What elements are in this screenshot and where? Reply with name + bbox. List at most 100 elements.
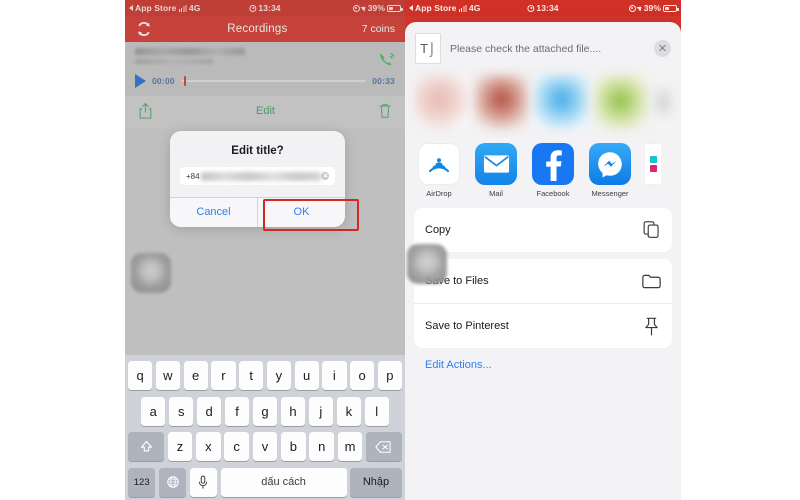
phone-prefix-label: +84 [186,171,200,181]
key-h[interactable]: h [280,396,306,426]
keyboard-row-4: 123 dấu cách Nhập [128,467,403,497]
cyan-dot-icon [649,156,657,163]
key-e[interactable]: e [183,361,208,390]
globe-icon[interactable] [158,467,187,497]
status-network-label: 4G [468,3,481,13]
key-c[interactable]: c [224,432,250,461]
status-time-label: 13:34 [536,3,559,13]
share-actions: Copy Save to Files Save to Pinterest Edi… [405,204,681,371]
key-r[interactable]: r [211,361,236,390]
blurred-thumb-2[interactable] [475,75,529,129]
keyboard-row-1: q w e r t y u i o p [128,361,402,390]
return-key[interactable]: Nhập [350,467,403,497]
edit-actions-link[interactable]: Edit Actions... [414,348,672,371]
key-i[interactable]: i [322,361,347,390]
key-x[interactable]: x [195,432,221,461]
key-b[interactable]: b [280,432,306,461]
action-save-to-files[interactable]: Save to Files [414,259,672,303]
location-arrow-icon [636,4,644,12]
ok-button-highlight [263,199,359,231]
share-app-facebook[interactable]: Facebook [531,143,575,198]
touch-blob-icon [407,244,447,284]
airdrop-icon [418,143,460,185]
key-z[interactable]: z [167,432,193,461]
key-v[interactable]: v [252,432,278,461]
space-key[interactable]: dấu cách [220,467,347,497]
copy-icon [641,220,661,240]
attachment-thumbnails [405,73,681,139]
share-app-mail[interactable]: Mail [474,143,518,198]
share-app-airdrop[interactable]: AirDrop [417,143,461,198]
key-d[interactable]: d [196,396,222,426]
close-icon[interactable]: ✕ [654,40,671,57]
share-sheet: T⌡ Please check the attached file.... ✕ [405,22,681,500]
action-save-to-pinterest[interactable]: Save to Pinterest [414,303,672,348]
shift-arrow-icon[interactable] [128,432,165,461]
folder-icon [641,271,661,291]
status-battery-label: 39% [643,3,661,13]
virtual-keyboard: q w e r t y u i o p a s d f g h j k l z … [125,355,405,500]
key-f[interactable]: f [224,396,250,426]
action-group-primary: Copy [414,208,672,252]
share-app-partial[interactable] [645,143,661,185]
alarm-icon [527,4,535,12]
action-copy[interactable]: Copy [414,208,672,252]
back-triangle-icon [409,5,413,11]
numbers-key[interactable]: 123 [128,467,156,497]
action-gap [414,252,672,259]
magenta-dot-icon [649,165,657,172]
key-m[interactable]: m [337,432,363,461]
key-t[interactable]: t [239,361,264,390]
blurred-thumb-3[interactable] [535,75,589,129]
alarm-icon [628,4,636,12]
share-app-messenger[interactable]: Messenger [588,143,632,198]
dialog-title: Edit title? [231,145,284,157]
clear-circle-icon[interactable] [321,172,329,180]
pin-icon [641,316,661,336]
text-document-icon: T⌡ [415,33,441,64]
key-u[interactable]: u [294,361,319,390]
status-right: 39% [628,3,679,13]
cancel-button[interactable]: Cancel [170,198,257,227]
key-k[interactable]: k [336,396,362,426]
right-phone-screen: App Store 4G 13:34 39% T⌡ Please check t… [405,0,681,500]
key-j[interactable]: j [308,396,334,426]
share-apps-row: AirDrop Mail Facebook Messenger [405,139,681,204]
blurred-thumb-5-partial[interactable] [655,75,671,129]
title-input[interactable]: +84 [180,167,335,185]
action-label: Copy [425,224,451,236]
share-app-label: Messenger [591,189,629,198]
mail-icon [475,143,517,185]
messenger-icon [589,143,631,185]
keyboard-row-3: z x c v b n m [128,432,402,461]
key-s[interactable]: s [168,396,194,426]
key-n[interactable]: n [309,432,335,461]
input-value-redacted [200,171,321,181]
facebook-icon [532,143,574,185]
action-label: Save to Pinterest [425,320,509,332]
blurred-thumb-4[interactable] [595,75,649,129]
signal-bars-icon [458,4,467,12]
key-y[interactable]: y [266,361,291,390]
keyboard-row-2: a s d f g h j k l [128,396,402,426]
microphone-icon[interactable] [189,467,218,497]
share-app-label: Facebook [536,189,570,198]
screenshot-stage: App Store 4G 13:34 39% Recordings 7 coin… [0,0,800,500]
key-w[interactable]: w [155,361,180,390]
share-sheet-header: T⌡ Please check the attached file.... ✕ [405,22,681,73]
key-o[interactable]: o [350,361,375,390]
partial-app-icon [645,143,661,185]
blurred-thumb-1[interactable] [415,75,469,129]
backspace-icon[interactable] [365,432,402,461]
key-p[interactable]: p [377,361,402,390]
share-subject-label: Please check the attached file.... [450,42,602,55]
key-g[interactable]: g [252,396,278,426]
status-carrier-label: App Store [415,3,457,13]
key-l[interactable]: l [364,396,389,426]
action-group-secondary: Save to Files Save to Pinterest [414,259,672,348]
share-app-label: AirDrop [426,189,452,198]
dialog-field-wrap: +84 [170,167,345,197]
share-app-label: Mail [489,189,503,198]
key-q[interactable]: q [128,361,153,390]
key-a[interactable]: a [141,396,166,426]
